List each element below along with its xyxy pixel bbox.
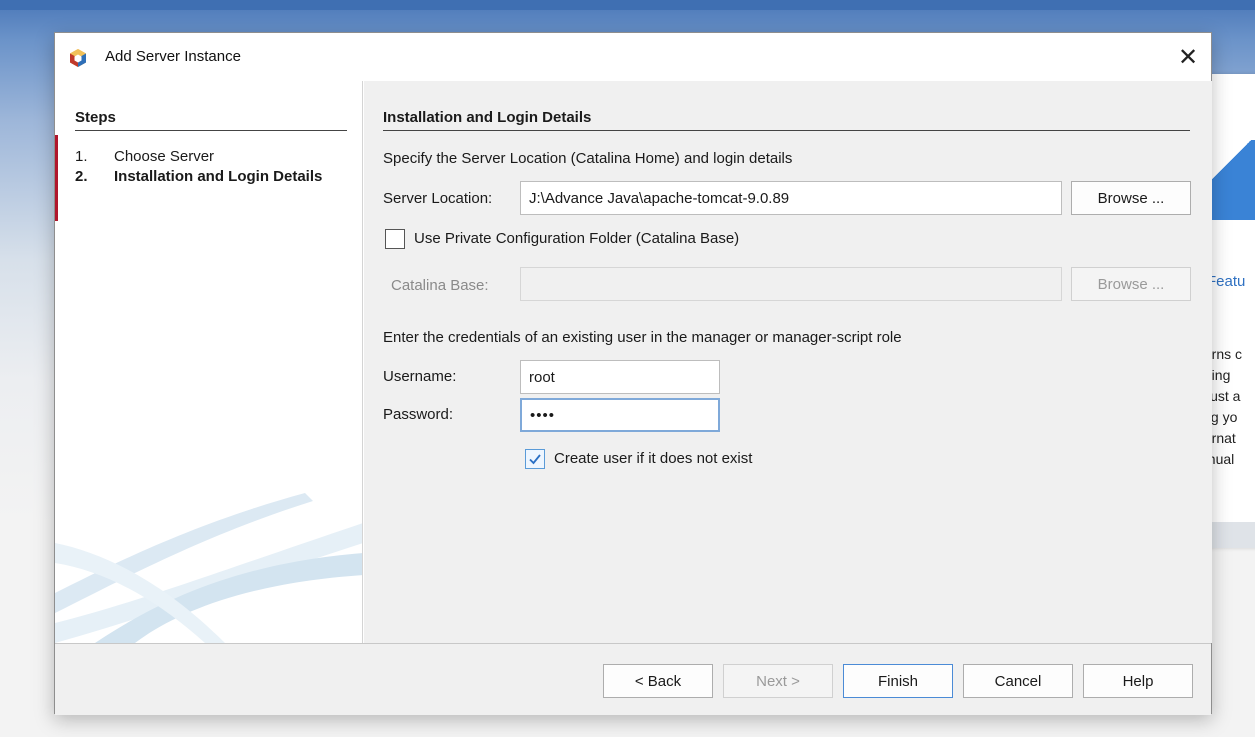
location-description: Specify the Server Location (Catalina Ho… bbox=[383, 150, 793, 167]
back-button[interactable]: < Back bbox=[603, 664, 713, 698]
desktop-top-bar bbox=[0, 0, 1255, 10]
step-number: 1. bbox=[75, 148, 88, 165]
password-input[interactable]: •••• bbox=[520, 398, 720, 432]
credentials-description: Enter the credentials of an existing use… bbox=[383, 329, 902, 346]
wizard-swoosh-graphic bbox=[55, 493, 362, 643]
catalina-base-label: Catalina Base: bbox=[391, 277, 489, 294]
steps-header: Steps bbox=[75, 109, 347, 131]
steps-panel: Steps 1. Choose Server 2. Installation a… bbox=[55, 81, 363, 643]
checkmark-icon bbox=[529, 454, 541, 465]
background-blue-graphic bbox=[1212, 140, 1255, 220]
username-input[interactable]: root bbox=[520, 360, 720, 394]
close-button[interactable]: ✕ bbox=[1165, 33, 1211, 81]
netbeans-cube-icon bbox=[70, 49, 86, 67]
step-label: Choose Server bbox=[114, 148, 215, 165]
create-user-checkbox[interactable] bbox=[525, 449, 545, 469]
browse-catalina-base-button[interactable]: Browse ... bbox=[1071, 267, 1191, 301]
step-number: 2. bbox=[75, 168, 88, 185]
catalina-base-input[interactable] bbox=[520, 267, 1062, 301]
finish-button[interactable]: Finish bbox=[843, 664, 953, 698]
dialog-content: Steps 1. Choose Server 2. Installation a… bbox=[55, 81, 1212, 643]
password-label: Password: bbox=[383, 406, 454, 423]
background-feature-link[interactable]: Featu bbox=[1207, 273, 1245, 290]
dialog-footer: < Back Next > Finish Cancel Help bbox=[55, 643, 1211, 715]
private-config-checkbox[interactable] bbox=[385, 229, 405, 249]
help-button[interactable]: Help bbox=[1083, 664, 1193, 698]
dialog-title: Add Server Instance bbox=[105, 48, 241, 65]
next-button[interactable]: Next > bbox=[723, 664, 833, 698]
installation-details-panel: Installation and Login Details Specify t… bbox=[364, 81, 1212, 643]
close-icon: ✕ bbox=[1177, 43, 1199, 71]
title-bar[interactable]: Add Server Instance ✕ bbox=[55, 33, 1211, 81]
section-title: Installation and Login Details bbox=[383, 109, 1190, 131]
private-config-label: Use Private Configuration Folder (Catali… bbox=[414, 230, 740, 247]
steps-accent-bar bbox=[55, 135, 58, 221]
add-server-instance-dialog: Add Server Instance ✕ Steps 1. Choose Se… bbox=[54, 32, 1212, 715]
server-location-label: Server Location: bbox=[383, 190, 493, 207]
server-location-input[interactable]: J:\Advance Java\apache-tomcat-9.0.89 bbox=[520, 181, 1062, 215]
username-label: Username: bbox=[383, 368, 457, 385]
step-label: Installation and Login Details bbox=[114, 168, 323, 185]
create-user-label: Create user if it does not exist bbox=[554, 450, 753, 467]
cancel-button[interactable]: Cancel bbox=[963, 664, 1073, 698]
browse-server-location-button[interactable]: Browse ... bbox=[1071, 181, 1191, 215]
